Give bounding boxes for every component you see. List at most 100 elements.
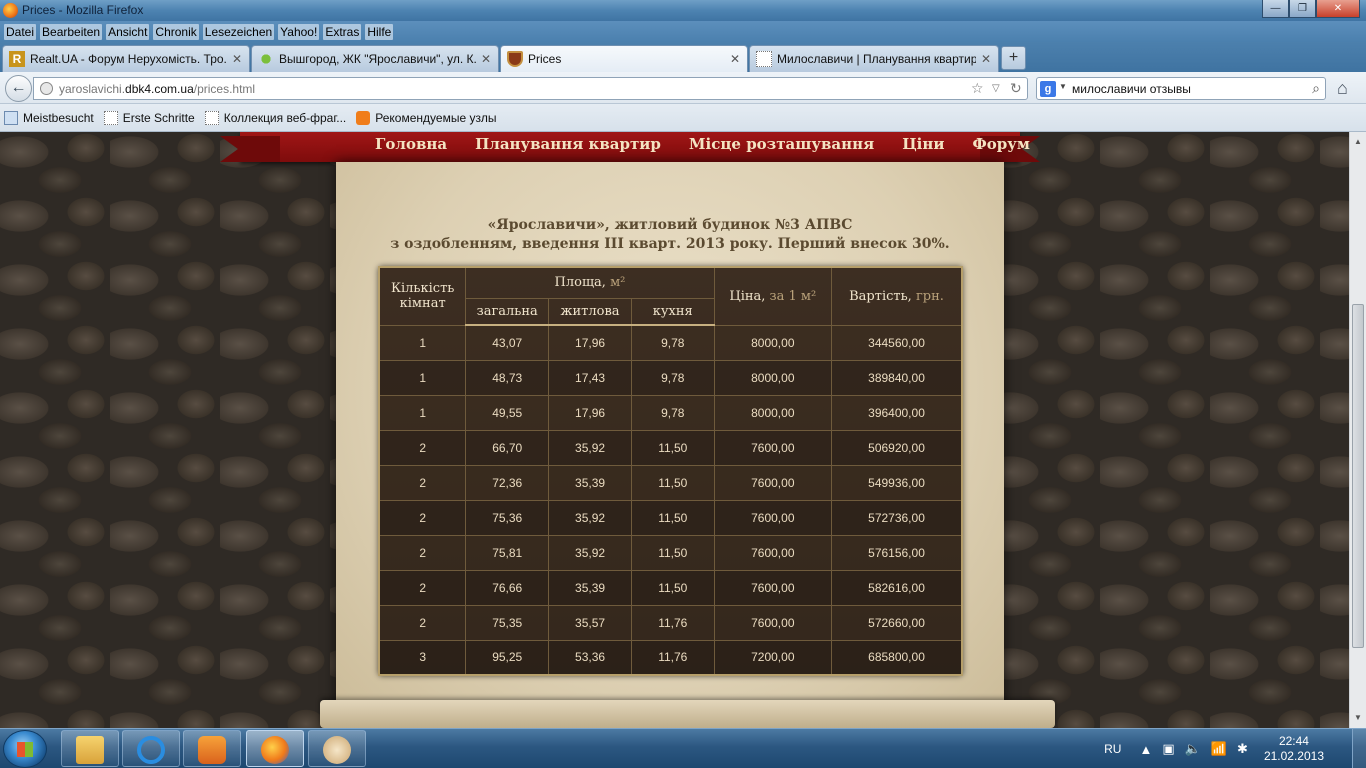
network-icon[interactable]: 📶 <box>1211 741 1227 757</box>
scrollbar-thumb[interactable] <box>1352 304 1364 648</box>
shield-favicon-icon <box>507 51 523 67</box>
close-tab-icon[interactable]: ✕ <box>980 52 992 66</box>
clock[interactable]: 22:44 21.02.2013 <box>1264 734 1324 764</box>
vertical-scrollbar[interactable]: ▲ ▼ <box>1349 132 1366 728</box>
page-title: «Ярославичи», житловий будинок №3 АПВС з… <box>336 216 1004 254</box>
cell-price-per-m2: 8000,00 <box>713 324 833 361</box>
nav-prices[interactable]: Ціни <box>902 135 944 153</box>
cell-total-cost: 506920,00 <box>831 429 963 466</box>
google-icon[interactable]: g <box>1040 81 1056 97</box>
bluetooth-icon[interactable]: ✱ <box>1237 741 1248 757</box>
cell-living-area: 35,57 <box>548 604 632 641</box>
address-url: yaroslavichi.dbk4.com.ua/prices.html <box>59 82 256 96</box>
cell-kitchen-area: 11,76 <box>630 604 715 641</box>
menu-datei[interactable]: Datei <box>4 23 37 40</box>
cell-rooms: 2 <box>378 534 467 571</box>
cell-total-cost: 549936,00 <box>831 464 963 501</box>
bookmark-meistbesucht[interactable]: Meistbesucht <box>4 110 94 125</box>
taskbar-firefox[interactable] <box>246 730 304 767</box>
cell-total-area: 48,73 <box>465 359 550 396</box>
taskbar-ie[interactable] <box>122 730 180 767</box>
search-icon[interactable]: ⌕ <box>1312 80 1320 97</box>
cell-price-per-m2: 7600,00 <box>713 429 833 466</box>
language-indicator[interactable]: RU <box>1104 742 1121 756</box>
reload-icon[interactable]: ↻ <box>1010 80 1022 97</box>
page-icon <box>204 110 219 125</box>
cell-kitchen-area: 11,50 <box>630 429 715 466</box>
nav-layouts[interactable]: Планування квартир <box>475 135 661 153</box>
search-bar[interactable]: g ▼ милославичи отзывы ⌕ <box>1036 77 1326 100</box>
bookmark-rekomenduemye[interactable]: Рекомендуемые узлы <box>356 110 496 125</box>
nav-home[interactable]: Головна <box>375 135 447 153</box>
header-rooms: Кількість кімнат <box>378 266 467 326</box>
paint-icon <box>323 736 351 764</box>
tab-label: Realt.UA - Форум Нерухомість. Тро... <box>30 52 227 66</box>
menu-bearbeiten[interactable]: Bearbeiten <box>40 23 103 40</box>
cell-total-area: 75,36 <box>465 499 550 536</box>
bookmark-star-icon[interactable]: ☆ <box>971 80 984 97</box>
bookmark-erste-schritte[interactable]: Erste Schritte <box>103 110 195 125</box>
cell-total-cost: 396400,00 <box>831 394 963 431</box>
cell-price-per-m2: 8000,00 <box>713 359 833 396</box>
minimize-button[interactable]: — <box>1262 0 1289 18</box>
tab-vyshgorod[interactable]: Вышгород, ЖК "Ярославичи", ул. К... ✕ <box>251 45 499 72</box>
menu-bar: Datei Bearbeiten Ansicht Chronik Lesezei… <box>0 21 1366 42</box>
menu-chronik[interactable]: Chronik <box>153 23 199 40</box>
tab-prices[interactable]: Prices ✕ <box>500 45 748 72</box>
ie-icon <box>137 736 165 764</box>
header-kitchen-area: кухня <box>630 297 715 326</box>
chevron-down-icon[interactable]: ▼ <box>1059 82 1067 91</box>
volume-icon[interactable]: 🔈 <box>1185 741 1201 757</box>
home-icon[interactable]: ⌂ <box>1337 78 1348 99</box>
taskbar-media-player[interactable] <box>183 730 241 767</box>
parchment-roll <box>320 700 1055 728</box>
tab-strip: R Realt.UA - Форум Нерухомість. Тро... ✕… <box>0 42 1366 72</box>
taskbar: RU ▲ ▣ 🔈 📶 ✱ 22:44 21.02.2013 <box>0 728 1366 768</box>
menu-lesezeichen[interactable]: Lesezeichen <box>202 23 275 40</box>
cell-rooms: 2 <box>378 569 467 606</box>
menu-yahoo[interactable]: Yahoo! <box>278 23 320 40</box>
bookmark-kollekcia[interactable]: Коллекция веб-фраг... <box>204 110 346 125</box>
new-tab-button[interactable]: + <box>1001 46 1026 70</box>
scroll-up-icon[interactable]: ▲ <box>1350 134 1366 150</box>
show-hidden-icons-icon[interactable]: ▲ <box>1139 742 1152 757</box>
tab-miloslavichi[interactable]: Милославичи | Планування квартир ✕ <box>749 45 999 72</box>
cell-rooms: 1 <box>378 359 467 396</box>
close-button[interactable]: ✕ <box>1316 0 1360 18</box>
address-bar[interactable]: yaroslavichi.dbk4.com.ua/prices.html ☆ ▽… <box>33 77 1028 100</box>
back-button[interactable]: ← <box>5 75 32 102</box>
cell-kitchen-area: 9,78 <box>630 394 715 431</box>
taskbar-explorer[interactable] <box>61 730 119 767</box>
nav-location[interactable]: Місце розташування <box>689 135 874 153</box>
tab-label: Вышгород, ЖК "Ярославичи", ул. К... <box>279 52 476 66</box>
close-tab-icon[interactable]: ✕ <box>231 52 243 66</box>
history-dropdown-icon[interactable]: ▽ <box>992 83 1000 94</box>
show-desktop-button[interactable] <box>1352 729 1366 768</box>
taskbar-paint[interactable] <box>308 730 366 767</box>
cell-kitchen-area: 11,50 <box>630 499 715 536</box>
firefox-logo-icon <box>3 3 18 18</box>
menu-extras[interactable]: Extras <box>323 23 362 40</box>
cell-total-cost: 344560,00 <box>831 324 963 361</box>
page-content: Головна Планування квартир Місце розташу… <box>0 132 1349 728</box>
scroll-down-icon[interactable]: ▼ <box>1350 710 1366 726</box>
maximize-button[interactable]: ❐ <box>1289 0 1316 18</box>
close-tab-icon[interactable]: ✕ <box>729 52 741 66</box>
table-row: 2 75,36 35,92 11,50 7600,00 572736,00 <box>378 499 963 536</box>
close-tab-icon[interactable]: ✕ <box>480 52 492 66</box>
cell-rooms: 2 <box>378 464 467 501</box>
cell-total-area: 72,36 <box>465 464 550 501</box>
nav-forum[interactable]: Форум <box>973 135 1030 153</box>
cell-living-area: 17,96 <box>548 394 632 431</box>
cell-kitchen-area: 11,50 <box>630 569 715 606</box>
table-row: 2 75,81 35,92 11,50 7600,00 576156,00 <box>378 534 963 571</box>
tab-realt[interactable]: R Realt.UA - Форум Нерухомість. Тро... ✕ <box>2 45 250 72</box>
menu-hilfe[interactable]: Hilfe <box>365 23 394 40</box>
folder-icon <box>76 736 104 764</box>
menu-ansicht[interactable]: Ansicht <box>106 23 150 40</box>
blank-favicon-icon <box>756 51 772 67</box>
table-row: 2 66,70 35,92 11,50 7600,00 506920,00 <box>378 429 963 466</box>
start-button[interactable] <box>3 730 47 768</box>
device-icon[interactable]: ▣ <box>1162 741 1174 757</box>
windows-flag-icon <box>17 742 33 757</box>
